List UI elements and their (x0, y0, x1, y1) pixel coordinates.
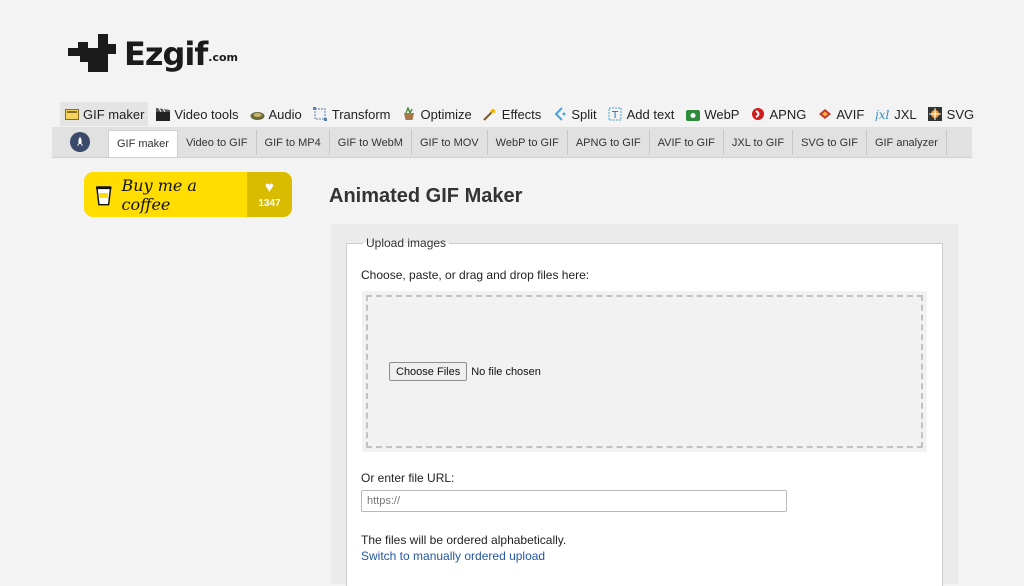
ordering-note: The files will be ordered alphabetically… (361, 533, 567, 547)
nav-split[interactable]: Split (548, 102, 600, 126)
add-text-icon: T (608, 107, 623, 122)
page-title: Animated GIF Maker (329, 185, 523, 207)
nav-transform[interactable]: Transform (309, 102, 395, 126)
logo-tld: .com (208, 51, 238, 64)
tab-gif-to-webm[interactable]: GIF to WebM (330, 130, 412, 155)
optimize-icon (402, 107, 417, 122)
tab-video-to-gif[interactable]: Video to GIF (178, 130, 257, 155)
nav-video-tools-label: Video tools (174, 106, 239, 122)
clapperboard-icon (155, 107, 170, 122)
nav-optimize-label: Optimize (420, 106, 472, 122)
nav-jxl[interactable]: jxl JXL (871, 102, 920, 126)
choose-files-button[interactable]: Choose Files (389, 362, 468, 381)
coffee-cup-icon (96, 185, 112, 205)
gif-maker-icon (64, 107, 79, 122)
nav-svg[interactable]: SVG (924, 102, 978, 126)
coffee-count: ♥ 1347 (247, 172, 292, 217)
split-icon (552, 107, 567, 122)
tab-apng-to-gif[interactable]: APNG to GIF (568, 130, 650, 155)
svg-text:jxl: jxl (875, 108, 889, 121)
effects-wand-icon (483, 107, 498, 122)
nav-add-text-label: Add text (626, 106, 675, 122)
coffee-label-area: Buy me a coffee (84, 172, 247, 217)
nav-avif[interactable]: AVIF (813, 102, 868, 126)
tab-gif-to-mp4[interactable]: GIF to MP4 (257, 130, 330, 155)
choose-files-label: Choose, paste, or drag and drop files he… (361, 268, 590, 282)
webp-icon (685, 107, 700, 122)
nav-effects[interactable]: Effects (479, 102, 546, 126)
file-url-input[interactable]: https:// (361, 490, 787, 512)
file-input[interactable]: Choose Files No file chosen (389, 362, 541, 381)
nav-transform-label: Transform (331, 106, 391, 122)
nav-gif-maker-label: GIF maker (83, 106, 145, 122)
home-button[interactable] (52, 126, 108, 157)
nav-video-tools[interactable]: Video tools (151, 102, 242, 126)
tab-gif-to-mov[interactable]: GIF to MOV (412, 130, 488, 155)
tab-gif-maker[interactable]: GIF maker (108, 130, 178, 157)
no-file-chosen-text: No file chosen (471, 365, 541, 378)
transform-icon (313, 107, 328, 122)
jxl-icon: jxl (875, 107, 890, 122)
nav-audio-label: Audio (268, 106, 302, 122)
nav-audio[interactable]: Audio (246, 102, 306, 126)
tab-webp-to-gif[interactable]: WebP to GIF (488, 130, 568, 155)
nav-jxl-label: JXL (894, 106, 917, 122)
nav-effects-label: Effects (501, 106, 542, 122)
apng-icon (750, 107, 765, 122)
tab-gif-analyzer[interactable]: GIF analyzer (867, 130, 947, 155)
site-logo[interactable]: Ezgif .com (68, 34, 238, 72)
coffee-label: Buy me a coffee (121, 175, 197, 214)
nav-webp[interactable]: WebP (681, 102, 743, 126)
file-url-placeholder: https:// (367, 495, 401, 507)
audio-icon (250, 107, 265, 122)
nav-webp-label: WebP (704, 106, 740, 122)
tab-svg-to-gif[interactable]: SVG to GIF (793, 130, 867, 155)
file-url-label: Or enter file URL: (361, 471, 455, 485)
nav-svg-label: SVG (946, 106, 975, 122)
logo-text: Ezgif (124, 35, 208, 73)
nav-add-text[interactable]: T Add text (604, 102, 679, 126)
tab-jxl-to-gif[interactable]: JXL to GIF (724, 130, 794, 155)
ezgif-puzzle-logo-icon (68, 34, 116, 72)
buy-me-a-coffee-button[interactable]: Buy me a coffee ♥ 1347 (84, 172, 292, 217)
nav-split-label: Split (571, 106, 597, 122)
tab-avif-to-gif[interactable]: AVIF to GIF (650, 130, 724, 155)
avif-icon (817, 107, 832, 122)
switch-manual-order-link[interactable]: Switch to manually ordered upload (361, 549, 545, 563)
rocket-icon (70, 131, 90, 152)
svg-text:T: T (611, 110, 619, 121)
nav-optimize[interactable]: Optimize (398, 102, 476, 126)
nav-apng[interactable]: APNG (746, 102, 810, 126)
sub-nav: GIF maker Video to GIF GIF to MP4 GIF to… (52, 127, 972, 158)
nav-gif-maker[interactable]: GIF maker (60, 102, 149, 126)
upload-legend: Upload images (366, 236, 447, 250)
nav-apng-label: APNG (769, 106, 807, 122)
svg-icon (928, 107, 943, 122)
coffee-count-value: 1347 (258, 198, 281, 209)
heart-icon: ♥ (265, 179, 274, 196)
nav-avif-label: AVIF (836, 106, 865, 122)
main-nav: GIF maker Video tools Audio Transform Op… (60, 102, 981, 126)
